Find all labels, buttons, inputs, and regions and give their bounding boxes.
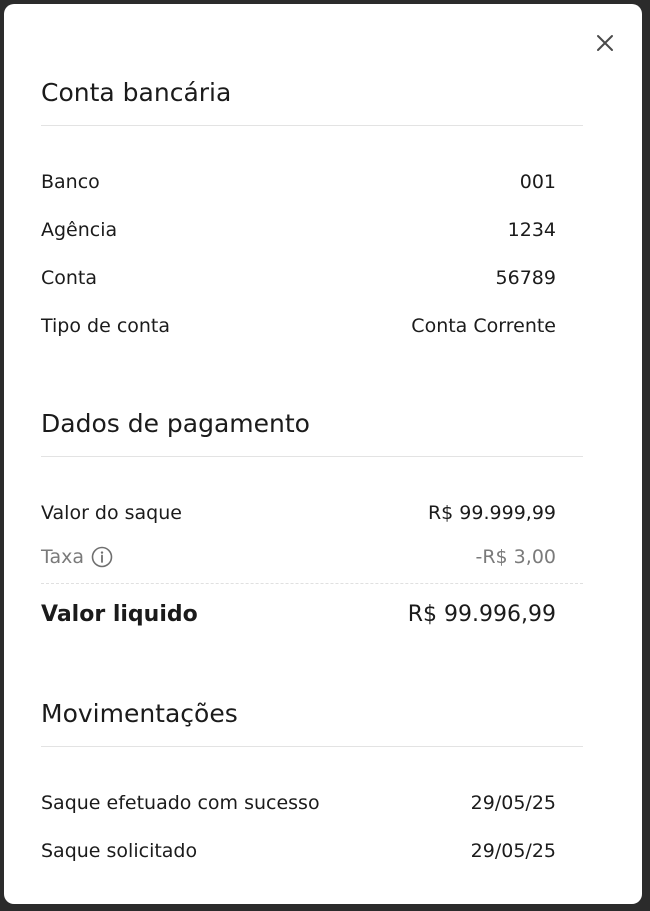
bank-details-modal: Conta bancária Banco 001 Agência 1234 Co… — [4, 4, 642, 904]
fee-label: Taxa — [41, 546, 84, 568]
bank-row: Banco 001 — [41, 169, 556, 195]
section-title-movements: Movimentações — [41, 699, 238, 728]
close-button[interactable] — [592, 30, 618, 56]
bank-label: Banco — [41, 171, 100, 193]
net-value: R$ 99.996,99 — [407, 602, 556, 627]
account-type-label: Tipo de conta — [41, 315, 171, 337]
agency-value: 1234 — [507, 219, 556, 241]
divider — [41, 456, 583, 457]
dashed-divider — [41, 583, 583, 584]
withdraw-row: Valor do saque R$ 99.999,99 — [41, 500, 556, 526]
movement-date: 29/05/25 — [470, 792, 556, 814]
movement-row: Saque solicitado 29/05/25 — [41, 838, 556, 864]
account-type-row: Tipo de conta Conta Corrente — [41, 313, 556, 339]
section-title-bank-account: Conta bancária — [41, 78, 232, 107]
net-value-label: Valor liquido — [41, 602, 198, 627]
movement-row: Saque efetuado com sucesso 29/05/25 — [41, 790, 556, 816]
bank-value: 001 — [519, 171, 556, 193]
movement-date: 29/05/25 — [470, 840, 556, 862]
divider — [41, 746, 583, 747]
agency-label: Agência — [41, 219, 118, 241]
account-label: Conta — [41, 267, 98, 289]
account-type-value: Conta Corrente — [411, 315, 556, 337]
section-title-payment: Dados de pagamento — [41, 409, 310, 438]
divider — [41, 125, 583, 126]
withdraw-label: Valor do saque — [41, 502, 182, 524]
agency-row: Agência 1234 — [41, 217, 556, 243]
movement-label: Saque solicitado — [41, 840, 198, 862]
fee-row: Taxa -R$ 3,00 — [41, 544, 556, 570]
close-icon — [597, 35, 613, 51]
info-icon[interactable] — [91, 546, 113, 568]
net-value-row: Valor liquido R$ 99.996,99 — [41, 602, 556, 628]
fee-value: -R$ 3,00 — [475, 546, 557, 568]
withdraw-value: R$ 99.999,99 — [427, 502, 556, 524]
account-value: 56789 — [495, 267, 556, 289]
account-row: Conta 56789 — [41, 265, 556, 291]
movement-label: Saque efetuado com sucesso — [41, 792, 320, 814]
fee-label-group: Taxa — [41, 544, 113, 570]
